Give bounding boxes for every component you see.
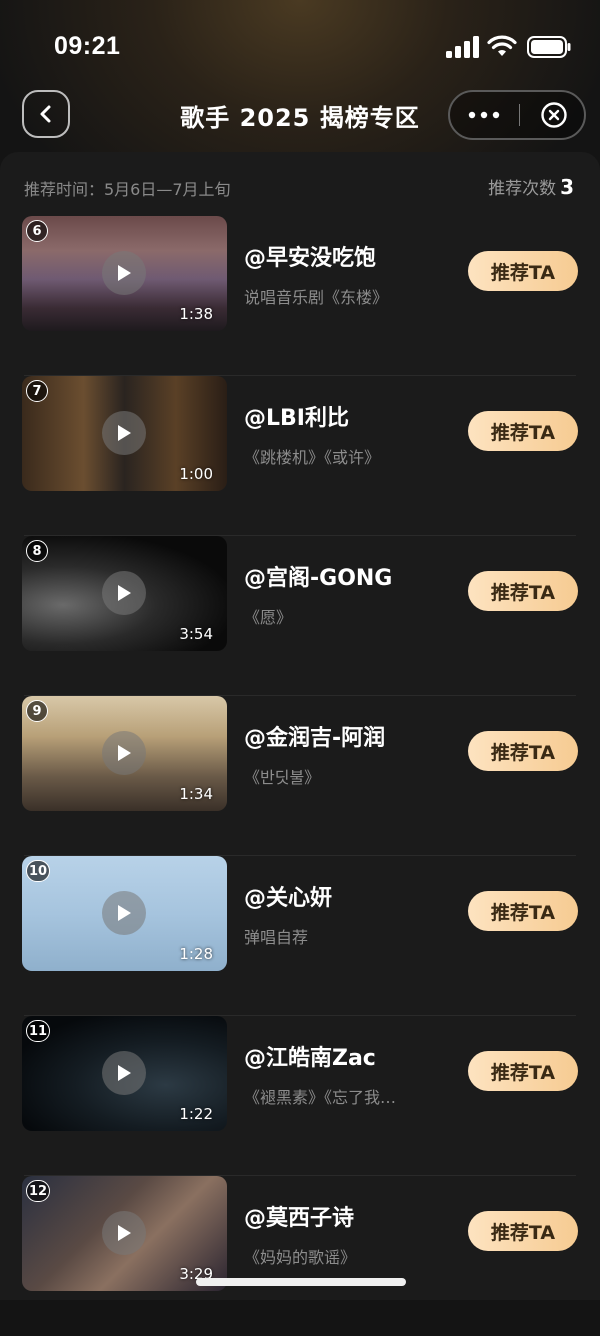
- video-thumbnail[interactable]: 6 1:38: [22, 216, 227, 331]
- play-button[interactable]: [102, 251, 146, 295]
- song-info: 《妈妈的歌谣》: [244, 1248, 357, 1267]
- song-info: 《跳楼机》《或许》: [244, 448, 381, 467]
- video-thumbnail[interactable]: 9 1:34: [22, 696, 227, 811]
- rank-badge: 12: [26, 1180, 51, 1202]
- song-info: 说唱音乐剧《东楼》: [244, 288, 389, 307]
- info-row: 推荐时间：5月6日—7月上旬 推荐次数 3: [24, 174, 574, 204]
- recommend-button[interactable]: 推荐TA: [468, 571, 578, 611]
- rank-badge: 8: [26, 540, 48, 562]
- video-thumbnail[interactable]: 10 1:28: [22, 856, 227, 971]
- recommend-count-label: 推荐次数: [488, 179, 557, 199]
- rank-badge: 11: [26, 1020, 51, 1042]
- play-button[interactable]: [102, 731, 146, 775]
- more-button[interactable]: [450, 92, 518, 138]
- recommend-count-number: 3: [560, 175, 574, 199]
- video-duration: 3:54: [179, 625, 213, 643]
- play-icon: [118, 905, 131, 921]
- status-time: 09:21: [54, 32, 121, 60]
- status-bar: 09:21: [0, 0, 600, 90]
- recommend-panel: 推荐时间：5月6日—7月上旬 推荐次数 3 6 1:38 @早安没吃饱 说唱音乐剧…: [0, 152, 600, 1300]
- recommend-button[interactable]: 推荐TA: [468, 1211, 578, 1251]
- video-thumbnail[interactable]: 8 3:54: [22, 536, 227, 651]
- play-button[interactable]: [102, 411, 146, 455]
- close-button[interactable]: [522, 92, 586, 138]
- list-item: 11 1:22 @江皓南Zac 《褪黑素》《忘了我… 推荐TA: [0, 1016, 600, 1176]
- video-thumbnail[interactable]: 7 1:00: [22, 376, 227, 491]
- video-thumbnail[interactable]: 12 3:29: [22, 1176, 227, 1291]
- song-info: 弹唱自荐: [244, 928, 309, 947]
- wifi-icon: [487, 35, 517, 56]
- song-info: 《愿》: [244, 608, 293, 627]
- battery-icon: [527, 36, 571, 58]
- play-icon: [118, 1225, 131, 1241]
- recommend-count: 推荐次数 3: [488, 174, 574, 199]
- play-icon: [118, 425, 131, 441]
- play-button[interactable]: [102, 1211, 146, 1255]
- rank-badge: 10: [26, 860, 51, 882]
- artist-name[interactable]: @早安没吃饱: [244, 240, 376, 272]
- artist-name[interactable]: @江皓南Zac: [244, 1040, 376, 1072]
- play-button[interactable]: [102, 891, 146, 935]
- play-icon: [118, 265, 131, 281]
- video-duration: 1:00: [179, 465, 213, 483]
- song-info: 《褪黑素》《忘了我…: [244, 1088, 397, 1107]
- play-button[interactable]: [102, 1051, 146, 1095]
- rank-badge: 7: [26, 380, 48, 402]
- list-item: 8 3:54 @宫阁-GONG 《愿》 推荐TA: [0, 536, 600, 696]
- list-item: 10 1:28 @关心妍 弹唱自荐 推荐TA: [0, 856, 600, 1016]
- artist-name[interactable]: @宫阁-GONG: [244, 560, 392, 592]
- list-item: 9 1:34 @金润吉-阿润 《반딧불》 推荐TA: [0, 696, 600, 856]
- recommend-button[interactable]: 推荐TA: [468, 411, 578, 451]
- video-duration: 1:28: [179, 945, 213, 963]
- artist-name[interactable]: @莫西子诗: [244, 1200, 354, 1232]
- more-dots-icon: [468, 111, 500, 119]
- mini-program-capsule: [448, 90, 586, 140]
- close-circle-icon: [541, 102, 567, 128]
- list-item: 7 1:00 @LBI利比 《跳楼机》《或许》 推荐TA: [0, 376, 600, 536]
- video-thumbnail[interactable]: 11 1:22: [22, 1016, 227, 1131]
- nav-header: 歌手 2025 揭榜专区: [0, 88, 600, 144]
- artist-name[interactable]: @LBI利比: [244, 400, 349, 432]
- recommend-time: 推荐时间：5月6日—7月上旬: [24, 180, 231, 199]
- recommend-button[interactable]: 推荐TA: [468, 251, 578, 291]
- list-item: 12 3:29 @莫西子诗 《妈妈的歌谣》 推荐TA: [0, 1176, 600, 1336]
- play-icon: [118, 585, 131, 601]
- home-indicator: [196, 1278, 406, 1286]
- artist-name[interactable]: @关心妍: [244, 880, 332, 912]
- play-button[interactable]: [102, 571, 146, 615]
- play-icon: [118, 745, 131, 761]
- song-info: 《반딧불》: [244, 768, 321, 787]
- rank-badge: 9: [26, 700, 48, 722]
- signal-icon: [446, 36, 479, 58]
- recommend-button[interactable]: 推荐TA: [468, 731, 578, 771]
- recommend-button[interactable]: 推荐TA: [468, 891, 578, 931]
- play-icon: [118, 1065, 131, 1081]
- video-duration: 1:34: [179, 785, 213, 803]
- capsule-divider: [519, 104, 520, 126]
- recommend-button[interactable]: 推荐TA: [468, 1051, 578, 1091]
- video-duration: 1:22: [179, 1105, 213, 1123]
- video-duration: 1:38: [179, 305, 213, 323]
- artist-name[interactable]: @金润吉-阿润: [244, 720, 385, 752]
- list-item: 6 1:38 @早安没吃饱 说唱音乐剧《东楼》 推荐TA: [0, 216, 600, 376]
- rank-badge: 6: [26, 220, 48, 242]
